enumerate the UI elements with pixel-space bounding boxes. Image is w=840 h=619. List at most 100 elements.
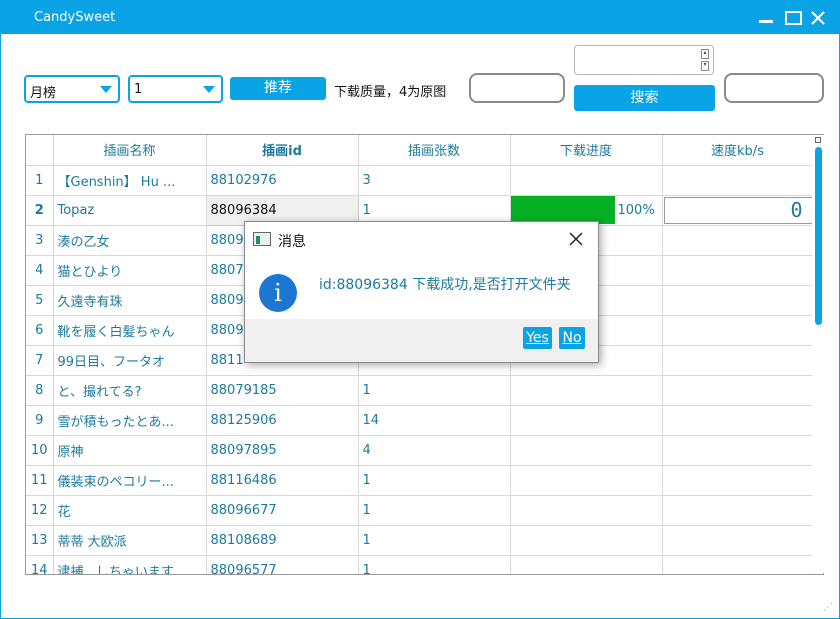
title-bar[interactable]: CandySweet bbox=[1, 1, 840, 34]
row-number[interactable]: 5 bbox=[26, 285, 54, 316]
row-number[interactable]: 2 bbox=[26, 195, 54, 226]
maximize-button[interactable] bbox=[784, 9, 802, 27]
cell-name[interactable]: 99日目、フータオ bbox=[53, 345, 207, 376]
cell-id[interactable]: 88096577 bbox=[206, 555, 359, 574]
header-name[interactable]: 插画名称 bbox=[53, 135, 207, 166]
table-row[interactable]: 13 蒂蒂 大欧派 88108689 1 bbox=[26, 525, 814, 556]
cell-speed bbox=[662, 165, 814, 196]
row-number[interactable]: 12 bbox=[26, 495, 54, 526]
cell-name[interactable]: 花 bbox=[53, 495, 207, 526]
input-field-1[interactable] bbox=[469, 73, 565, 103]
cell-speed bbox=[662, 525, 814, 556]
cell-count[interactable]: 1 bbox=[358, 465, 511, 496]
recommend-button[interactable]: 推荐 bbox=[230, 77, 326, 100]
cell-id[interactable]: 88096677 bbox=[206, 495, 359, 526]
header-count[interactable]: 插画张数 bbox=[358, 135, 511, 166]
spin-down-icon[interactable]: ▾ bbox=[701, 61, 709, 71]
corner-header bbox=[26, 135, 54, 166]
cell-speed bbox=[662, 285, 814, 316]
speed-display: 0 bbox=[663, 196, 812, 224]
cell-speed bbox=[662, 405, 814, 436]
input-field-2[interactable] bbox=[724, 73, 824, 103]
scroll-up-icon[interactable] bbox=[815, 137, 821, 143]
spin-box[interactable]: ▴ ▾ bbox=[574, 45, 714, 75]
info-icon: i bbox=[259, 274, 297, 312]
header-speed[interactable]: 速度kb/s bbox=[662, 135, 814, 166]
rank-select[interactable]: 月榜 bbox=[24, 75, 120, 103]
row-number[interactable]: 8 bbox=[26, 375, 54, 406]
close-icon bbox=[569, 232, 583, 246]
table-row[interactable]: 10 原神 88097895 4 bbox=[26, 435, 814, 466]
app-icon bbox=[253, 232, 271, 246]
header-progress[interactable]: 下载进度 bbox=[510, 135, 663, 166]
cell-name[interactable]: と、撮れてる? bbox=[53, 375, 207, 406]
row-number[interactable]: 4 bbox=[26, 255, 54, 286]
cell-count[interactable]: 1 bbox=[358, 525, 511, 556]
cell-name[interactable]: 靴を履く白髪ちゃん bbox=[53, 315, 207, 346]
table-row[interactable]: 1 【Genshin】 Hu ... 88102976 3 bbox=[26, 165, 814, 196]
cell-id[interactable]: 88116486 bbox=[206, 465, 359, 496]
app-window: CandySweet 月榜 1 推荐 下载质量，4为原图 ▴ ▾ 搜索 插画名称 bbox=[0, 0, 840, 619]
cell-speed bbox=[662, 315, 814, 346]
rank-select-value: 月榜 bbox=[30, 86, 57, 101]
row-number[interactable]: 11 bbox=[26, 465, 54, 496]
close-icon bbox=[811, 11, 825, 25]
cell-progress bbox=[510, 495, 663, 526]
chevron-down-icon bbox=[203, 86, 215, 93]
dialog-close-button[interactable] bbox=[568, 231, 584, 247]
cell-name[interactable]: 【Genshin】 Hu ... bbox=[53, 165, 207, 196]
cell-progress bbox=[510, 405, 663, 436]
no-button[interactable]: No bbox=[559, 327, 585, 349]
cell-id[interactable]: 88108689 bbox=[206, 525, 359, 556]
progress-text: 100% bbox=[617, 202, 655, 218]
cell-id[interactable]: 88079185 bbox=[206, 375, 359, 406]
header-id[interactable]: 插画id bbox=[206, 135, 359, 166]
cell-count[interactable]: 1 bbox=[358, 375, 511, 406]
cell-name[interactable]: 儀装束のペコリー... bbox=[53, 465, 207, 496]
search-button[interactable]: 搜索 bbox=[574, 85, 715, 111]
row-number[interactable]: 13 bbox=[26, 525, 54, 556]
cell-id[interactable]: 88097895 bbox=[206, 435, 359, 466]
cell-id[interactable]: 88102976 bbox=[206, 165, 359, 196]
scrollbar-thumb[interactable] bbox=[815, 147, 822, 325]
quality-label: 下载质量，4为原图 bbox=[334, 85, 447, 100]
cell-name[interactable]: 湊の乙女 bbox=[53, 225, 207, 256]
close-button[interactable] bbox=[809, 9, 827, 27]
cell-count[interactable]: 1 bbox=[358, 495, 511, 526]
table-row[interactable]: 9 雪が積もったとあ... 88125906 14 bbox=[26, 405, 814, 436]
row-number[interactable]: 6 bbox=[26, 315, 54, 346]
dialog-message: id:88096384 下载成功,是否打开文件夹 bbox=[319, 277, 571, 293]
cell-count[interactable]: 3 bbox=[358, 165, 511, 196]
cell-count[interactable]: 14 bbox=[358, 405, 511, 436]
table-row[interactable]: 11 儀装束のペコリー... 88116486 1 bbox=[26, 465, 814, 496]
cell-name[interactable]: 雪が積もったとあ... bbox=[53, 405, 207, 436]
cell-speed bbox=[662, 465, 814, 496]
cell-name[interactable]: Topaz bbox=[53, 195, 207, 226]
row-number[interactable]: 1 bbox=[26, 165, 54, 196]
row-number[interactable]: 3 bbox=[26, 225, 54, 256]
row-number[interactable]: 10 bbox=[26, 435, 54, 466]
resize-grip-icon[interactable]: ⋰ bbox=[823, 602, 835, 614]
row-number[interactable]: 9 bbox=[26, 405, 54, 436]
minimize-button[interactable] bbox=[757, 9, 775, 27]
row-number[interactable]: 14 bbox=[26, 555, 54, 574]
cell-name[interactable]: 逮捕...しちゃいます... bbox=[53, 555, 207, 574]
vertical-scrollbar[interactable] bbox=[812, 135, 824, 573]
cell-name[interactable]: 猫とひより bbox=[53, 255, 207, 286]
cell-id[interactable]: 88125906 bbox=[206, 405, 359, 436]
cell-name[interactable]: 久遠寺有珠 bbox=[53, 285, 207, 316]
table-row[interactable]: 8 と、撮れてる? 88079185 1 bbox=[26, 375, 814, 406]
spin-up-icon[interactable]: ▴ bbox=[701, 49, 709, 59]
table-row[interactable]: 14 逮捕...しちゃいます... 88096577 1 bbox=[26, 555, 814, 574]
cell-speed bbox=[662, 255, 814, 286]
progress-bar bbox=[510, 196, 615, 224]
cell-count[interactable]: 1 bbox=[358, 555, 511, 574]
row-number[interactable]: 7 bbox=[26, 345, 54, 376]
yes-button[interactable]: Yes bbox=[523, 327, 552, 349]
chevron-down-icon bbox=[100, 86, 112, 93]
cell-count[interactable]: 4 bbox=[358, 435, 511, 466]
cell-name[interactable]: 原神 bbox=[53, 435, 207, 466]
quality-select[interactable]: 1 bbox=[128, 75, 223, 103]
cell-name[interactable]: 蒂蒂 大欧派 bbox=[53, 525, 207, 556]
table-row[interactable]: 12 花 88096677 1 bbox=[26, 495, 814, 526]
